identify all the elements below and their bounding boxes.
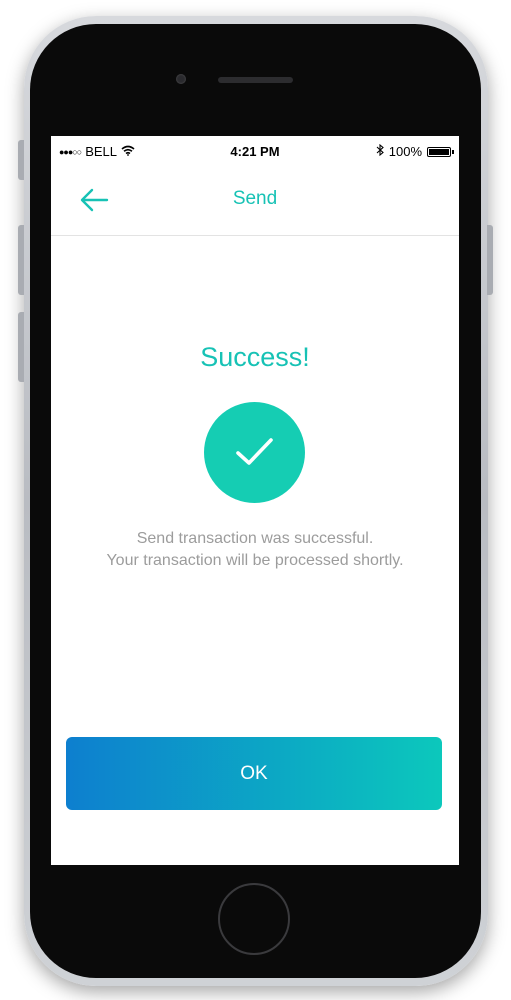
nav-title: Send <box>232 188 278 209</box>
message-line-2: Your transaction will be processed short… <box>106 552 404 569</box>
app-screen: ●●●○○ BELL 4:21 PM 100% Send Success! Se… <box>51 136 459 865</box>
battery-fill <box>429 148 449 155</box>
checkmark-icon <box>236 438 273 465</box>
success-message: Send transaction was successful. Your tr… <box>51 528 459 572</box>
ok-button[interactable]: OK <box>66 737 442 810</box>
status-right: 100% <box>376 143 454 159</box>
power-button <box>487 225 493 295</box>
home-button[interactable] <box>218 883 290 955</box>
front-camera <box>176 74 186 84</box>
mute-switch <box>18 140 24 180</box>
battery-tip <box>452 149 454 154</box>
bluetooth-icon <box>376 143 384 159</box>
success-title: Success! <box>200 342 310 372</box>
battery-icon <box>427 146 454 157</box>
volume-up-button <box>18 225 24 295</box>
earpiece-speaker <box>218 77 293 83</box>
status-bar: ●●●○○ BELL 4:21 PM 100% <box>51 136 459 168</box>
success-status-circle <box>204 402 305 503</box>
navigation-bar: Send <box>51 168 459 236</box>
message-line-1: Send transaction was successful. <box>136 530 374 547</box>
volume-down-button <box>18 312 24 382</box>
battery-percent: 100% <box>388 144 422 159</box>
